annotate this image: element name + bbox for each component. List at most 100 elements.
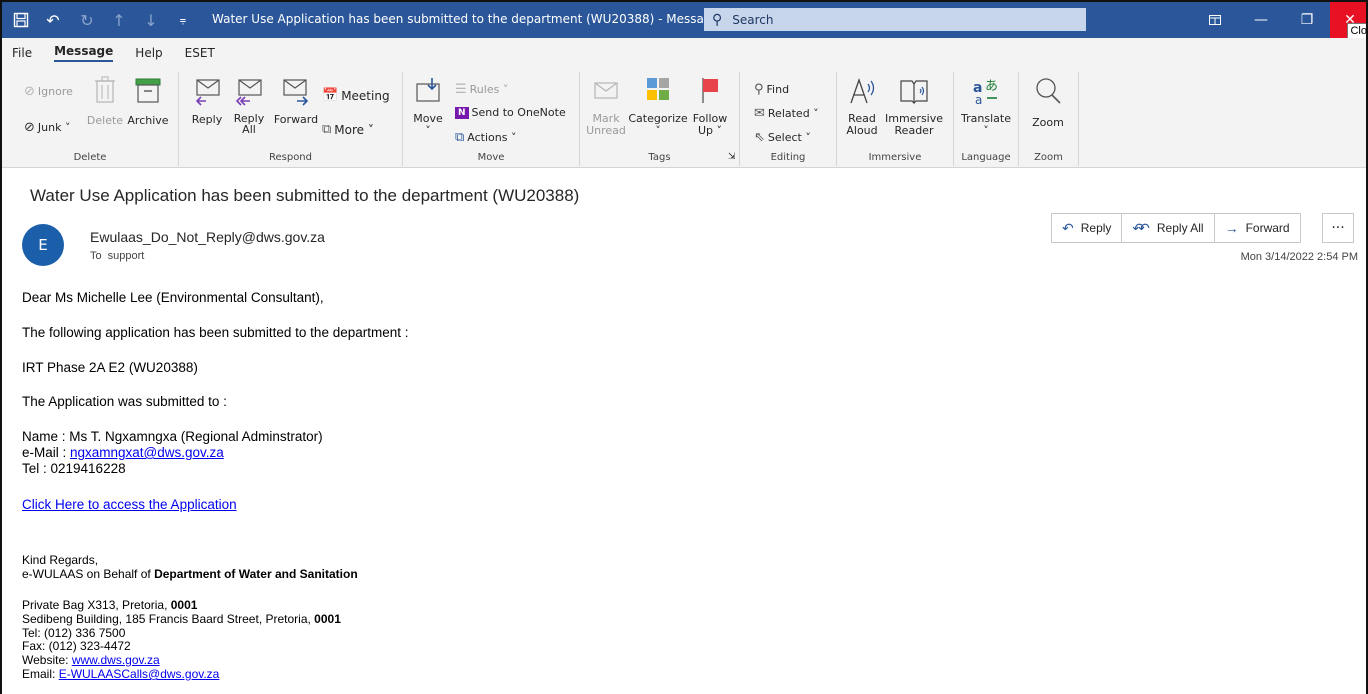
archive-button[interactable]: Archive [126,76,170,127]
group-label-zoom: Zoom [1034,152,1063,163]
tab-message[interactable]: Message [54,44,114,62]
website-link[interactable]: www.dws.gov.za [72,653,160,667]
group-label-delete: Delete [73,152,107,163]
street-address-text: Sedibeng Building, 185 Francis Baard Str… [22,612,315,626]
tab-help[interactable]: Help [135,46,162,60]
more-respond-button[interactable]: ⧉ More ˅ [322,122,374,137]
immersive-reader-button[interactable]: Immersive Reader [883,76,945,137]
forward-button[interactable]: → Forward [1215,214,1300,242]
recipient-name[interactable]: support [108,250,145,262]
outlook-message-window: ↶ ↻ ↑ ↓ ⩦ Water Use Application has been… [0,0,1368,694]
kind-regards: Kind Regards, [22,553,99,567]
ribbon-display-options-icon[interactable] [1192,2,1238,38]
reply-ribbon-button[interactable]: Reply [187,76,227,126]
ignore-icon: ⊘ [24,84,35,99]
group-zoom: Zoom Zoom [1019,72,1079,166]
zoom-button[interactable]: Zoom [1025,76,1071,129]
actions-label: Actions ˅ [467,131,517,144]
ribbon-tabs: File Message Help ESET [2,38,1366,68]
greeting: Dear Ms Michelle Lee (Environmental Cons… [22,290,324,305]
reply-all-arrow-icon: ↶↶ [1132,219,1150,236]
read-aloud-button[interactable]: Read Aloud [843,76,881,137]
follow-up-button[interactable]: Follow Up ˅ [690,76,730,137]
svg-text:あ: あ [985,79,998,94]
group-immersive: Read Aloud Immersive Reader Immersive [837,72,954,166]
meeting-button[interactable]: 📅 Meeting [322,88,390,103]
more-label: More ˅ [334,122,374,137]
message-subject: Water Use Application has been submitted… [30,186,580,205]
select-button[interactable]: ⇖ Select ˅ [754,130,811,145]
application-reference: IRT Phase 2A E2 (WU20388) [22,360,198,375]
immersive-label-line2: Reader [894,124,934,137]
reply-all-button[interactable]: ↶↶ Reply All [1122,214,1215,242]
group-move: Move ˅ ☰ Rules ˅ N Send to OneNote ⧉ Action… [403,72,580,166]
junk-button[interactable]: ⊘ Junk ˅ [24,120,70,135]
redo-icon: ↻ [80,10,94,30]
reply-button[interactable]: ↶ Reply [1052,214,1123,242]
group-label-tags: Tags [648,152,671,163]
categorize-dropdown: ˅ [655,124,661,137]
forward-envelope-icon [273,76,319,110]
archive-label: Archive [127,114,169,127]
customize-toolbar-icon[interactable]: ⩦ [172,9,194,31]
save-icon[interactable] [10,9,32,31]
rules-label: Rules ˅ [469,83,509,96]
administrator-email-link[interactable]: ngxamngxat@dws.gov.za [70,445,224,460]
archive-icon [126,76,170,110]
more-actions-button[interactable]: ··· [1322,213,1354,243]
actions-icon: ⧉ [455,130,465,145]
forward-arrow-icon: → [1224,220,1239,236]
tab-file[interactable]: File [12,46,32,60]
search-box[interactable]: ⚲ Search [704,8,1086,31]
mark-unread-button: Mark Unread [586,76,626,137]
body-line-submitted: The following application has been submi… [22,325,409,340]
message-actions: ↶ Reply ↶↶ Reply All → Forward [1051,213,1301,243]
postal-code: 0001 [170,598,198,612]
minimize-icon[interactable]: — [1238,2,1284,38]
restore-icon[interactable]: ❐ [1284,2,1330,38]
avatar[interactable]: E [22,224,64,266]
junk-label: Junk ˅ [37,121,71,134]
group-label-immersive: Immersive [868,152,922,163]
sender-address[interactable]: Ewulaas_Do_Not_Reply@dws.gov.za [90,229,325,245]
website-line: Website: www.dws.gov.za [22,654,160,667]
actions-button[interactable]: ⧉ Actions ˅ [455,130,516,145]
send-to-onenote-button[interactable]: N Send to OneNote [455,106,566,119]
zoom-label: Zoom [1032,116,1064,129]
received-datetime: Mon 3/14/2022 2:54 PM [1240,251,1358,263]
tab-eset[interactable]: ESET [185,46,215,60]
move-button[interactable]: Move ˅ [411,76,445,136]
body-line-submitted-to: The Application was submitted to : [22,394,227,409]
postal-address-text: Private Bag X313, Pretoria, [22,598,171,612]
group-respond: Reply Reply All Forward 📅 Meeting ⧉ More ˅ [179,72,403,166]
administrator-email-label: e-Mail : [22,445,71,460]
to-label: To [90,250,102,262]
reply-arrow-icon: ↶ [1062,219,1074,236]
search-icon: ⚲ [712,11,723,28]
reply-all-ribbon-button[interactable]: Reply All [229,76,269,135]
forward-ribbon-button[interactable]: Forward [273,76,319,126]
find-button[interactable]: ⚲ Find [754,82,789,97]
translate-button[interactable]: aあa Translate ˅ [958,76,1014,136]
access-application-link[interactable]: Click Here to access the Application [22,497,237,512]
postal-address: Private Bag X313, Pretoria, 0001 [22,599,197,612]
undo-icon[interactable]: ↶ [42,9,64,31]
close-tooltip: Clo [1347,23,1366,39]
office-fax: Fax: (012) 323-4472 [22,639,131,653]
street-address: Sedibeng Building, 185 Francis Baard Str… [22,613,341,626]
reply-all-button-label: Reply All [1156,221,1204,235]
delete-label: Delete [86,114,124,127]
website-label: Website: [22,653,72,667]
support-email-label: Email: [22,667,59,681]
previous-item-icon: ↑ [112,10,126,30]
group-label-editing: Editing [770,152,806,163]
categorize-button[interactable]: Categorize ˅ [628,76,688,136]
reply-envelope-icon [187,76,227,110]
support-email-line: Email: E-WULAASCalls@dws.gov.za [22,668,219,681]
on-behalf-prefix: e-WULAAS on Behalf of [22,567,155,581]
zoom-magnifier-icon [1025,76,1071,110]
support-email-link[interactable]: E-WULAASCalls@dws.gov.za [59,667,220,681]
related-button[interactable]: ✉ Related ˅ [754,106,819,121]
move-folder-icon [411,76,445,110]
administrator-name: Name : Ms T. Ngxamngxa (Regional Adminst… [22,429,323,444]
